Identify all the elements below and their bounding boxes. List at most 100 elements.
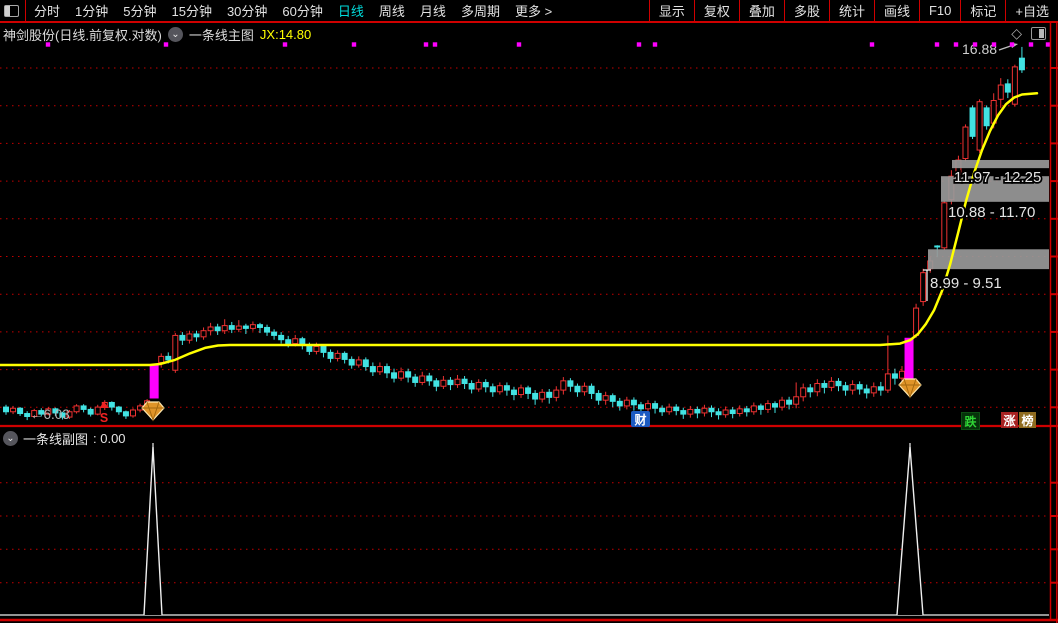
rank-button[interactable]: 榜 <box>1019 412 1036 428</box>
sub-spike <box>143 446 163 616</box>
candle-body <box>214 326 221 332</box>
candle-body <box>17 407 24 415</box>
collapse-main-icon[interactable]: ⌄ <box>167 27 183 42</box>
candle-body <box>348 358 355 366</box>
panel-icon[interactable] <box>1031 27 1046 40</box>
toolbar-right-buttons: 显示 复权 叠加 多股 统计 画线 F10 标记 +自选 <box>648 0 1058 21</box>
candle-body <box>172 334 179 371</box>
sub-indicator-label: 一条线副图 <box>23 432 89 447</box>
candle-body <box>10 407 17 413</box>
candle-body <box>602 395 609 401</box>
signal-dot <box>1028 42 1034 47</box>
signal-dot <box>972 42 978 47</box>
candle-body <box>701 407 708 414</box>
candle-body <box>623 399 630 407</box>
candle-body <box>645 403 652 410</box>
main-indicator-label: 一条线主图 <box>188 28 254 43</box>
layout-icon[interactable] <box>4 4 19 17</box>
period-tab-8[interactable]: 周线 <box>379 1 405 20</box>
s-marker: S <box>100 411 108 425</box>
candle-body <box>412 376 419 383</box>
candle-body <box>235 325 242 330</box>
period-tab-4[interactable]: 15分钟 <box>171 1 211 20</box>
signal-dot <box>636 42 642 47</box>
candle-body <box>630 399 637 406</box>
candle-body <box>821 383 828 388</box>
candle-body <box>757 405 764 410</box>
signal-dot <box>432 42 438 47</box>
toolbar-button-7[interactable]: F10 <box>918 0 960 21</box>
candle-body <box>870 386 877 394</box>
collapse-sub-icon[interactable]: ⌄ <box>3 431 18 446</box>
app-root: 11.97 - 12.25 10.88 - 11.70 8.99 - 9.51 16.… <box>0 0 1058 623</box>
signal-bar <box>904 337 914 380</box>
toolbar-button-3[interactable]: 叠加 <box>738 0 784 21</box>
candle-body <box>320 345 327 353</box>
candle-body <box>941 202 948 249</box>
low-price-label: ←6.03 <box>30 407 70 422</box>
candle-body <box>362 359 369 368</box>
candle-body <box>807 387 814 393</box>
candle-body <box>158 355 165 363</box>
candle-body <box>828 380 835 388</box>
candle-body <box>934 245 941 248</box>
candle-body <box>983 107 990 127</box>
gem-icon <box>141 401 165 421</box>
period-tab-5[interactable]: 30分钟 <box>227 1 267 20</box>
candle-body <box>736 408 743 415</box>
period-tab-1[interactable]: 分时 <box>34 1 60 20</box>
sub-chart-header: ⌄ 一条线副图 : 0.00 <box>3 429 126 448</box>
candle-body <box>503 385 510 391</box>
period-tab-11[interactable]: 更多 > <box>515 1 552 20</box>
toolbar-button-6[interactable]: 画线 <box>873 0 919 21</box>
candle-body <box>207 326 214 332</box>
toolbar-button-8[interactable]: 标记 <box>960 0 1005 21</box>
candle-body <box>659 407 666 413</box>
signal-dot <box>953 42 959 47</box>
candle-body <box>468 383 475 390</box>
candle-body <box>221 325 228 332</box>
candle-body <box>835 380 842 387</box>
candle-body <box>496 385 503 393</box>
price-zone-band <box>928 249 1049 270</box>
period-tab-9[interactable]: 月线 <box>420 1 446 20</box>
toolbar-button-4[interactable]: 多股 <box>783 0 829 21</box>
jx-line <box>0 92 1039 367</box>
candle-body <box>285 339 292 345</box>
period-tab-6[interactable]: 60分钟 <box>282 1 322 20</box>
toolbar-divider <box>25 0 26 21</box>
signal-dot <box>1045 42 1051 47</box>
main-chart-canvas[interactable]: 11.97 - 12.2510.88 - 11.708.99 - 9.5116.… <box>0 0 1058 623</box>
period-tab-2[interactable]: 1分钟 <box>75 1 108 20</box>
toolbar-button-9[interactable]: +自选 <box>1005 0 1058 21</box>
candle-body <box>271 331 278 336</box>
candle-body <box>383 366 390 374</box>
candle-body <box>440 379 447 387</box>
rise-button[interactable]: 涨 <box>1001 412 1018 428</box>
toolbar-button-2[interactable]: 复权 <box>693 0 739 21</box>
candle-body <box>729 409 736 415</box>
candle-body <box>292 338 299 345</box>
period-tab-10[interactable]: 多周期 <box>461 1 500 20</box>
zone-label: 11.97 - 12.25 <box>954 169 1041 186</box>
candle-body <box>588 385 595 394</box>
candle-body <box>327 351 334 359</box>
diamond-icon[interactable]: ◇ <box>1011 25 1022 42</box>
candle-body <box>376 366 383 373</box>
toolbar-button-1[interactable]: 显示 <box>648 0 694 21</box>
candle-body <box>193 333 200 338</box>
period-tab-7[interactable]: 日线 <box>338 1 364 20</box>
candle-body <box>454 378 461 386</box>
candle-body <box>574 385 581 393</box>
signal-dot <box>516 42 522 47</box>
candle-body <box>962 126 969 160</box>
candle-body <box>256 324 263 328</box>
period-tab-3[interactable]: 5分钟 <box>123 1 156 20</box>
signal-dot <box>991 42 997 47</box>
candle-body <box>750 405 757 413</box>
toolbar-button-5[interactable]: 统计 <box>828 0 874 21</box>
fall-button[interactable]: 跌 <box>961 412 980 430</box>
signal-dot <box>423 42 429 47</box>
candle-body <box>546 391 553 398</box>
candle-body <box>997 84 1004 100</box>
